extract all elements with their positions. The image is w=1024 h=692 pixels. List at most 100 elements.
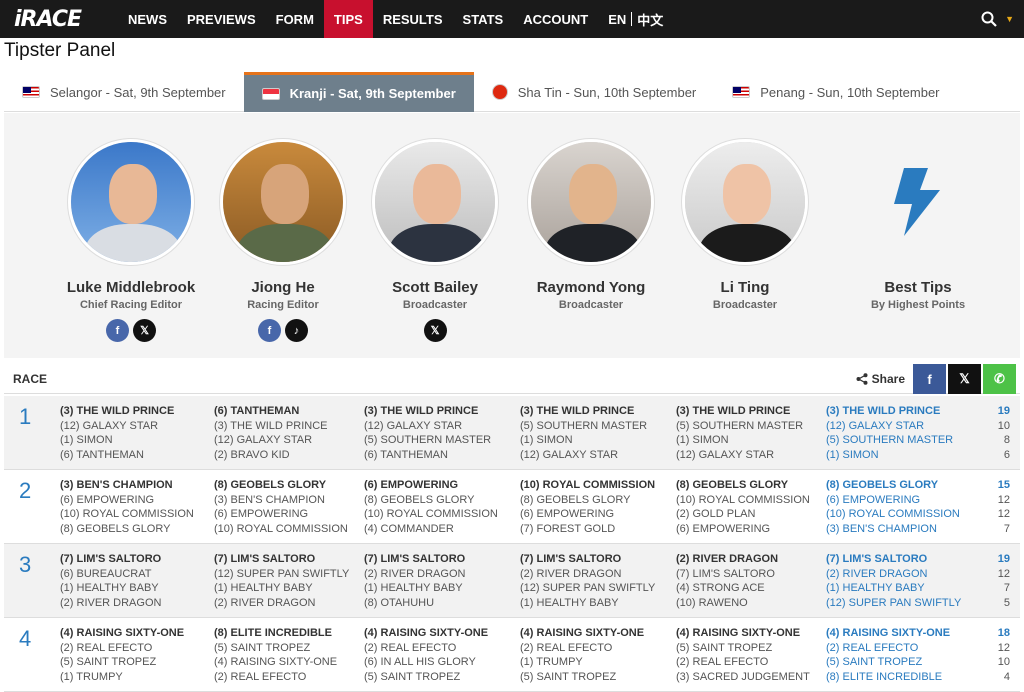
tipster-picks: (3) THE WILD PRINCE (5) SOUTHERN MASTER (1… xyxy=(520,404,670,463)
race-number[interactable]: 1 xyxy=(19,404,31,430)
best-pick-item[interactable]: (5) SOUTHERN MASTER xyxy=(826,433,976,448)
tipster-card[interactable]: Li Ting Broadcaster xyxy=(670,139,820,311)
x-icon[interactable]: 𝕏 xyxy=(133,319,156,342)
pick-item: (12) SUPER PAN SWIFTLY xyxy=(214,567,350,580)
best-pick-item[interactable]: (6) EMPOWERING xyxy=(826,493,976,508)
race-number[interactable]: 2 xyxy=(19,478,31,504)
lang-zh[interactable]: 中文 xyxy=(637,10,663,29)
best-pick-item[interactable]: (12) GALAXY STAR xyxy=(826,419,976,434)
tipster-picks: (8) GEOBELS GLORY (3) BEN'S CHAMPION (6) E… xyxy=(214,478,364,537)
race-number[interactable]: 4 xyxy=(19,626,31,652)
tipster-card[interactable]: Scott Bailey Broadcaster 𝕏 xyxy=(360,139,510,343)
tiktok-icon[interactable]: ♪ xyxy=(285,319,308,342)
x-icon[interactable]: 𝕏 xyxy=(423,319,447,342)
tab-penang[interactable]: Penang - Sun, 10th September xyxy=(714,72,957,112)
avatar xyxy=(528,139,654,265)
best-pick-item[interactable]: (4) RAISING SIXTY-ONE xyxy=(826,626,976,641)
pick-item: (1) TRUMPY xyxy=(60,671,123,684)
pick-item: (3) BEN'S CHAMPION xyxy=(214,493,325,506)
best-pick-item[interactable]: (5) SAINT TROPEZ xyxy=(826,655,976,670)
best-pick-item[interactable]: (12) SUPER PAN SWIFTLY xyxy=(826,596,976,611)
pick-item: (10) ROYAL COMMISSION xyxy=(520,479,656,491)
pick-item: (12) GALAXY STAR xyxy=(364,419,463,432)
nav-previews[interactable]: PREVIEWS xyxy=(177,0,266,38)
pick-item: (8) ELITE INCREDIBLE xyxy=(214,627,332,639)
points-column: 19 10 8 6 xyxy=(980,404,1010,463)
tipster-card[interactable]: Raymond Yong Broadcaster xyxy=(516,139,666,311)
tipster-socials: 𝕏 xyxy=(360,319,510,343)
pick-item: (7) LIM'S SALTORO xyxy=(364,553,466,565)
pick-item: (4) RAISING SIXTY-ONE xyxy=(520,627,645,639)
share-label: Share xyxy=(856,372,905,386)
best-tips-card[interactable]: Best Tips By Highest Points xyxy=(843,139,993,311)
nav-account[interactable]: ACCOUNT xyxy=(513,0,598,38)
race-table-header: RACE Share f 𝕏 ✆ xyxy=(4,364,1020,394)
tipster-name: Li Ting xyxy=(720,279,770,296)
tipster-name: Raymond Yong xyxy=(536,279,646,296)
share-facebook-button[interactable]: f xyxy=(913,364,946,394)
lang-en[interactable]: EN xyxy=(608,12,626,27)
tipster-name: Luke Middlebrook xyxy=(66,279,196,296)
tipster-role: Broadcaster xyxy=(402,299,468,311)
best-pick-item[interactable]: (8) GEOBELS GLORY xyxy=(826,478,976,493)
tab-sha-tin[interactable]: Sha Tin - Sun, 10th September xyxy=(474,72,715,112)
nav-results[interactable]: RESULTS xyxy=(373,0,453,38)
tipster-picks: (4) RAISING SIXTY-ONE (2) REAL EFECTO (1) … xyxy=(520,626,670,685)
tab-selangor[interactable]: Selangor - Sat, 9th September xyxy=(4,72,244,112)
nav-tips[interactable]: TIPS xyxy=(323,0,373,38)
pick-item: (3) THE WILD PRINCE xyxy=(214,419,328,432)
pick-item: (1) TRUMPY xyxy=(520,656,583,669)
best-pick-item[interactable]: (8) ELITE INCREDIBLE xyxy=(826,670,976,685)
points-value: 19 xyxy=(997,553,1010,565)
nav-stats[interactable]: STATS xyxy=(453,0,514,38)
pick-item: (4) STRONG ACE xyxy=(676,582,765,595)
tipster-picks: (7) LIM'S SALTORO (6) BUREAUCRAT (1) HEALT… xyxy=(60,552,210,611)
points-value: 7 xyxy=(1003,582,1010,595)
pick-item: (8) OTAHUHU xyxy=(364,597,435,610)
best-pick-item[interactable]: (7) LIM'S SALTORO xyxy=(826,552,976,567)
tab-kranji[interactable]: Kranji - Sat, 9th September xyxy=(243,72,474,112)
points-column: 15 12 12 7 xyxy=(980,478,1010,537)
race-number[interactable]: 3 xyxy=(19,552,31,578)
best-pick-item[interactable]: (1) HEALTHY BABY xyxy=(826,581,976,596)
share-whatsapp-button[interactable]: ✆ xyxy=(983,364,1016,394)
best-pick-item[interactable]: (2) RIVER DRAGON xyxy=(826,567,976,582)
irace-logo[interactable]: iRACE xyxy=(0,0,118,38)
lightning-icon xyxy=(855,139,981,265)
language-switch: EN 中文 xyxy=(598,0,663,38)
pick-item: (5) SOUTHERN MASTER xyxy=(520,419,648,432)
points-value: 12 xyxy=(997,641,1010,654)
pick-item: (6) EMPOWERING xyxy=(676,523,771,536)
tipster-role: Broadcaster xyxy=(712,299,778,311)
pick-item: (7) LIM'S SALTORO xyxy=(676,567,775,580)
tipster-picks: (6) TANTHEMAN (3) THE WILD PRINCE (12) GAL… xyxy=(214,404,364,463)
pick-item: (5) SAINT TROPEZ xyxy=(214,641,311,654)
tipster-card[interactable]: Luke Middlebrook Chief Racing Editor f 𝕏 xyxy=(56,139,206,343)
nav-form[interactable]: FORM xyxy=(266,0,324,38)
pick-item: (5) SOUTHERN MASTER xyxy=(364,434,492,447)
race-row: 3 (7) LIM'S SALTORO (6) BUREAUCRAT (1) HEAL… xyxy=(4,544,1020,618)
best-pick-item[interactable]: (3) BEN'S CHAMPION xyxy=(826,522,976,537)
tipster-card[interactable]: Jiong He Racing Editor f ♪ xyxy=(208,139,358,343)
share-x-button[interactable]: 𝕏 xyxy=(948,364,981,394)
facebook-icon[interactable]: f xyxy=(106,319,129,342)
best-pick-item[interactable]: (1) SIMON xyxy=(826,448,976,463)
pick-item: (2) REAL EFECTO xyxy=(520,641,613,654)
facebook-icon[interactable]: f xyxy=(258,319,281,342)
tipster-picks: (8) GEOBELS GLORY (10) ROYAL COMMISSION (2… xyxy=(676,478,826,537)
points-value: 12 xyxy=(997,493,1010,506)
nav-news[interactable]: NEWS xyxy=(118,0,177,38)
share-text: Share xyxy=(871,372,905,386)
best-pick-item[interactable]: (10) ROYAL COMMISSION xyxy=(826,507,976,522)
best-pick-item[interactable]: (2) REAL EFECTO xyxy=(826,641,976,656)
pick-item: (5) SAINT TROPEZ xyxy=(676,641,773,654)
pick-item: (1) HEALTHY BABY xyxy=(364,582,463,595)
chevron-down-icon[interactable]: ▼ xyxy=(1005,14,1014,24)
lang-divider xyxy=(631,12,633,26)
search-icon[interactable] xyxy=(981,11,997,27)
best-pick-item[interactable]: (3) THE WILD PRINCE xyxy=(826,404,976,419)
points-value: 6 xyxy=(1003,449,1010,462)
tipster-picks: (3) THE WILD PRINCE (5) SOUTHERN MASTER (1… xyxy=(676,404,826,463)
tipster-picks: (4) RAISING SIXTY-ONE (5) SAINT TROPEZ (2)… xyxy=(676,626,826,685)
best-tips-picks: (8) GEOBELS GLORY (6) EMPOWERING (10) ROYA… xyxy=(826,478,976,537)
